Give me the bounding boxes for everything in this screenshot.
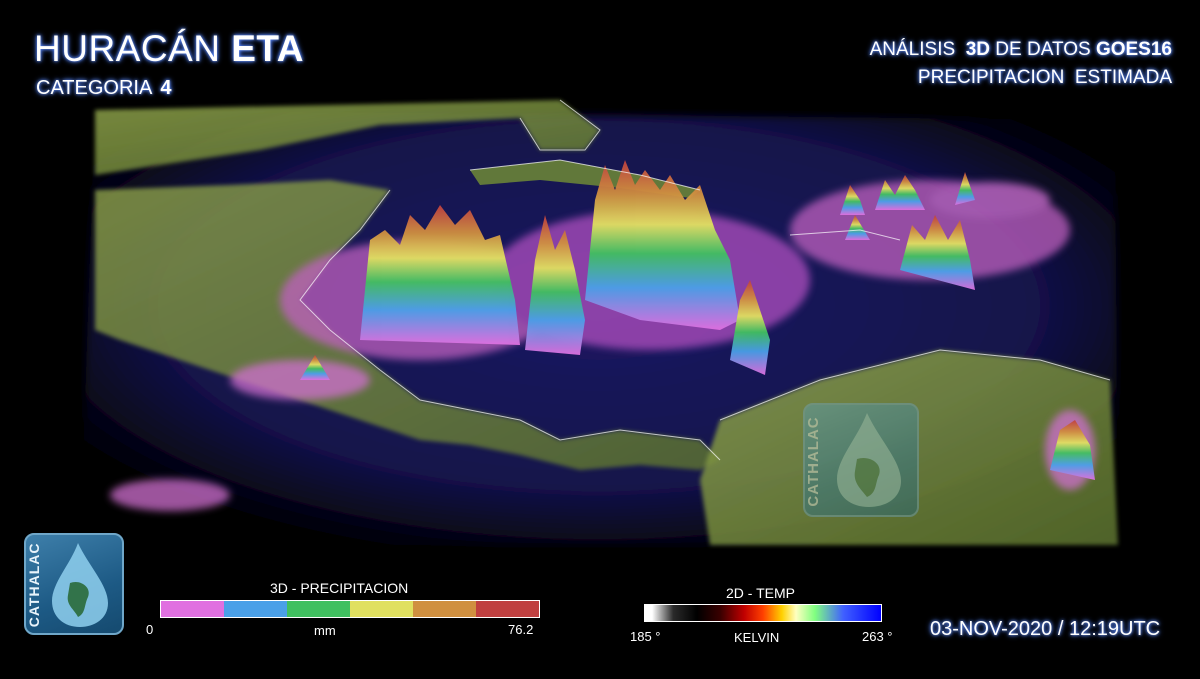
precip-max: 76.2 bbox=[508, 622, 534, 637]
precip-unit: mm bbox=[314, 623, 336, 638]
category-text: CATEGORIA bbox=[36, 77, 153, 99]
analysis-3d: 3D bbox=[965, 39, 991, 60]
precip-min: 0 bbox=[146, 622, 154, 637]
precip-swatch bbox=[476, 601, 539, 617]
logo-text: CATHALAC bbox=[26, 542, 42, 627]
analysis-prefix: ANÁLISIS bbox=[869, 39, 956, 60]
precip-swatch bbox=[350, 601, 413, 617]
precip-swatch bbox=[287, 601, 350, 617]
hurricane-visualization: HURACÁN ETA CATEGORIA 4 ANÁLISIS 3D DE DA… bbox=[0, 0, 1200, 679]
temp-legend-title: 2D - TEMP bbox=[726, 585, 795, 601]
analysis-heading: ANÁLISIS 3D DE DATOS GOES16 bbox=[870, 39, 1172, 61]
temp-min: 185 ° bbox=[630, 629, 661, 644]
precip-swatch bbox=[161, 601, 224, 617]
category-value: 4 bbox=[160, 77, 172, 99]
watermark-text: CATHALAC bbox=[805, 416, 822, 507]
title-prefix: HURACÁN bbox=[34, 28, 221, 69]
analysis-satellite: GOES16 bbox=[1095, 39, 1172, 60]
precip-colorbar bbox=[160, 600, 540, 618]
analysis-mid: DE DATOS bbox=[995, 39, 1091, 60]
precip-swatch bbox=[224, 601, 287, 617]
analysis-subheading: PRECIPITACION ESTIMADA bbox=[917, 67, 1172, 88]
precip-swatch bbox=[413, 601, 476, 617]
temp-max: 263 ° bbox=[862, 629, 893, 644]
satellite-map-scene bbox=[0, 0, 1200, 679]
page-title: HURACÁN ETA bbox=[34, 28, 304, 70]
temp-colorbar bbox=[644, 604, 882, 622]
cathalac-watermark: CATHALAC bbox=[803, 403, 919, 517]
category-label: CATEGORIA 4 bbox=[36, 77, 171, 100]
precip-legend-title: 3D - PRECIPITACION bbox=[270, 580, 409, 596]
temp-unit: KELVIN bbox=[734, 630, 780, 645]
timestamp: 03-NOV-2020 / 12:19UTC bbox=[930, 618, 1161, 640]
title-name: ETA bbox=[231, 28, 305, 69]
cathalac-logo: CATHALAC bbox=[24, 533, 124, 635]
